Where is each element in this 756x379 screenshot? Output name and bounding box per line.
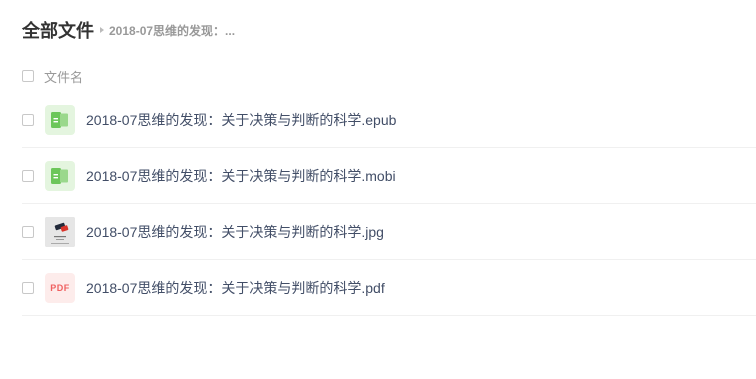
select-all-checkbox[interactable] bbox=[22, 70, 34, 82]
row-checkbox[interactable] bbox=[22, 169, 34, 182]
list-header: 文件名 bbox=[22, 66, 83, 86]
image-thumbnail-icon bbox=[45, 216, 75, 247]
file-browser: 全部文件 2018-07思维的发现：... 文件名 2018-07思维的发现：关… bbox=[0, 0, 756, 379]
pdf-icon-label: PDF bbox=[50, 282, 70, 293]
file-name[interactable]: 2018-07思维的发现：关于决策与判断的科学.epub bbox=[86, 110, 396, 130]
breadcrumb: 全部文件 2018-07思维的发现：... bbox=[22, 16, 235, 44]
breadcrumb-current-folder: 2018-07思维的发现：... bbox=[109, 23, 236, 38]
row-checkbox[interactable] bbox=[22, 225, 34, 238]
file-row[interactable]: 2018-07思维的发现：关于决策与判断的科学.epub bbox=[22, 92, 756, 148]
column-header-filename[interactable]: 文件名 bbox=[44, 67, 83, 86]
breadcrumb-separator-icon bbox=[100, 27, 104, 33]
file-row[interactable]: 2018-07思维的发现：关于决策与判断的科学.mobi bbox=[22, 148, 756, 204]
file-list: 2018-07思维的发现：关于决策与判断的科学.epub 2018-07思维的发… bbox=[22, 92, 756, 316]
book-icon bbox=[45, 104, 75, 135]
breadcrumb-all-files[interactable]: 全部文件 bbox=[22, 17, 94, 43]
book-icon bbox=[45, 160, 75, 191]
pdf-icon: PDF bbox=[45, 272, 75, 303]
row-checkbox[interactable] bbox=[22, 281, 34, 294]
row-checkbox[interactable] bbox=[22, 113, 34, 126]
file-name[interactable]: 2018-07思维的发现：关于决策与判断的科学.jpg bbox=[86, 222, 384, 242]
file-row[interactable]: 2018-07思维的发现：关于决策与判断的科学.jpg bbox=[22, 204, 756, 260]
file-row[interactable]: PDF 2018-07思维的发现：关于决策与判断的科学.pdf bbox=[22, 260, 756, 316]
file-name[interactable]: 2018-07思维的发现：关于决策与判断的科学.mobi bbox=[86, 166, 396, 186]
file-name[interactable]: 2018-07思维的发现：关于决策与判断的科学.pdf bbox=[86, 278, 385, 298]
